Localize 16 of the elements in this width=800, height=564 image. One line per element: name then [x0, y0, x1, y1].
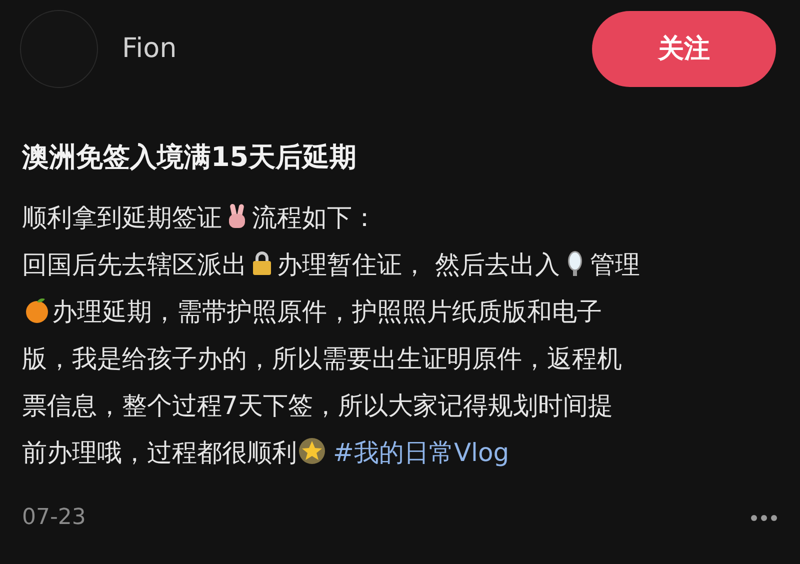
post-date: 07-23 [22, 504, 86, 532]
post-text: 版，我是给孩子办的，所以需要出生证明原件，返程机 [22, 344, 622, 373]
follow-button[interactable]: 关注 [592, 11, 776, 87]
post-text: 办理暂住证， 然后去出入 [277, 250, 560, 279]
more-icon[interactable] [750, 514, 778, 522]
post-text: 顺利拿到延期签证 [22, 203, 222, 232]
post-text: 管理 [590, 250, 640, 279]
post-text: 前办理哦，过程都很顺利 [22, 438, 297, 467]
post-text: 回国后先去辖区派出 [22, 250, 247, 279]
post-text: 票信息，整个过程7天下签，所以大家记得规划时间提 [22, 391, 613, 420]
post-title: 澳洲免签入境满15天后延期 [22, 141, 358, 175]
tangerine-icon [23, 296, 51, 324]
post-text: 办理延期，需带护照原件，护照照片纸质版和电子 [52, 297, 602, 326]
author-name[interactable]: Fion [122, 28, 177, 70]
hashtag-link[interactable]: #我的日常Vlog [333, 438, 510, 467]
post-text: 流程如下： [252, 203, 377, 232]
